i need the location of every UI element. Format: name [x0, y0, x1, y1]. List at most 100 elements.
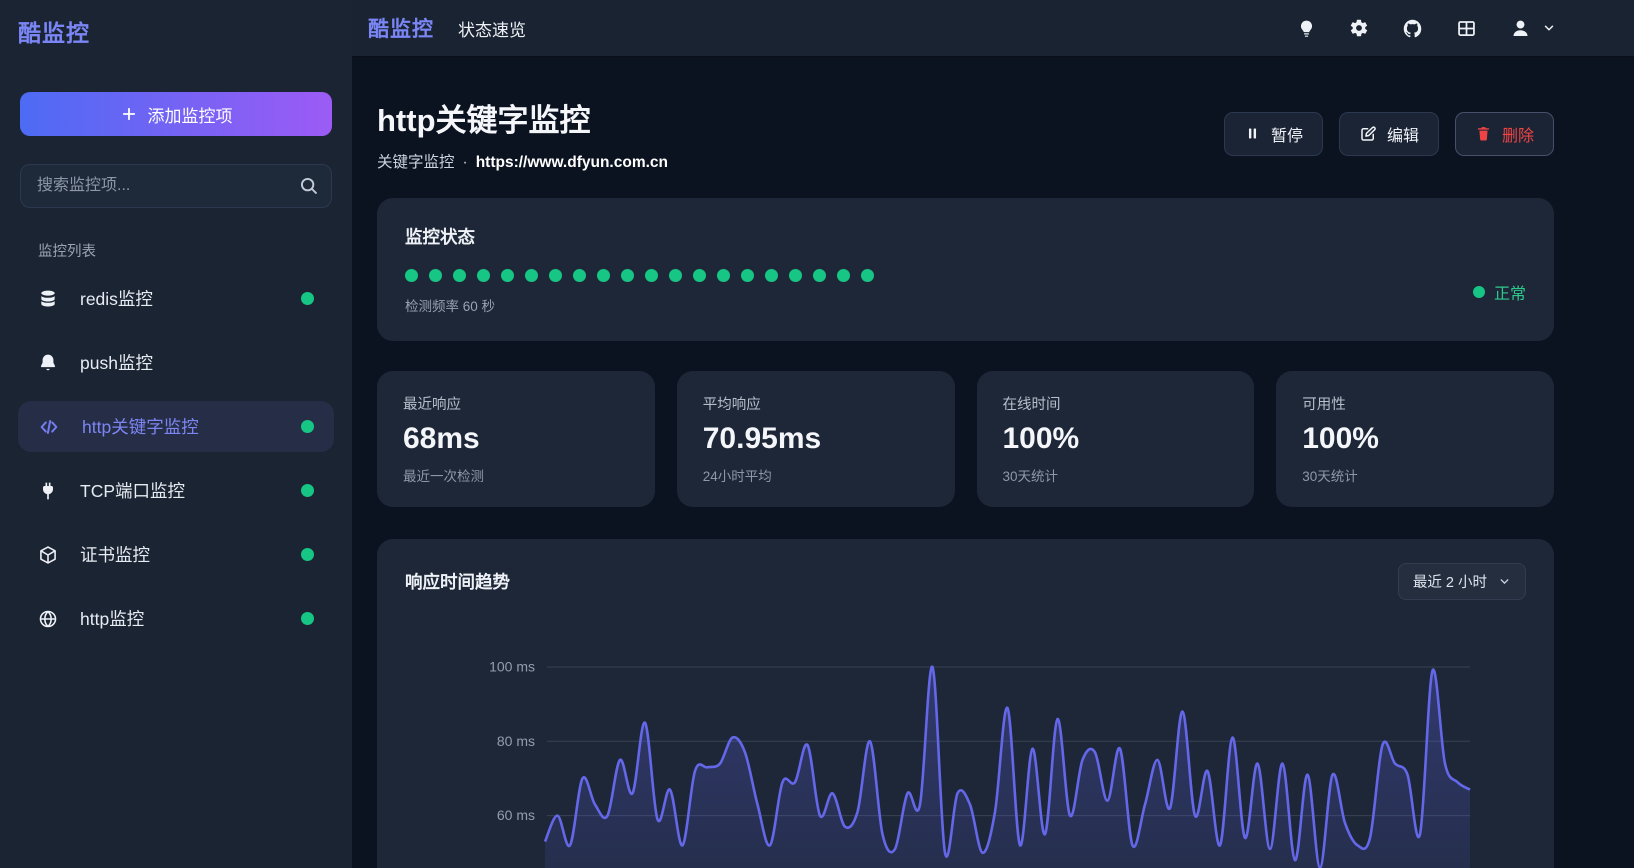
stat-card-4: 可用性 100% 30天统计: [1276, 371, 1554, 507]
header-icons: [1297, 18, 1556, 39]
status-badge-label: 正常: [1494, 280, 1526, 304]
y-tick-label: 80 ms: [497, 733, 535, 749]
trash-icon: [1475, 125, 1492, 142]
search-input[interactable]: [20, 164, 332, 208]
github-icon[interactable]: [1402, 18, 1423, 39]
heartbeat-dot: [861, 269, 874, 282]
y-tick-label: 60 ms: [497, 807, 535, 823]
status-up-dot: [301, 612, 314, 625]
heartbeat-dot: [669, 269, 682, 282]
heartbeat-dot: [405, 269, 418, 282]
stat-card-3: 在线时间100%30天统计: [977, 371, 1255, 507]
sidebar-item-2[interactable]: push监控: [18, 337, 334, 388]
pause-button[interactable]: 暂停: [1224, 112, 1323, 156]
lightbulb-icon[interactable]: [1297, 19, 1316, 38]
sidebar-item-4[interactable]: TCP端口监控: [18, 465, 334, 516]
heartbeat-dot: [837, 269, 850, 282]
heartbeat-dot: [765, 269, 778, 282]
stats-row: 最近响应68ms最近一次检测平均响应70.95ms24小时平均在线时间100%3…: [377, 371, 1554, 507]
heartbeat-dot: [741, 269, 754, 282]
heartbeat-dot: [501, 269, 514, 282]
stat-card-2: 平均响应 70.95ms 24小时平均: [677, 371, 955, 507]
top-header: 酷监控 状态速览: [352, 0, 1634, 57]
heartbeat-dot: [597, 269, 610, 282]
heartbeat-dot: [549, 269, 562, 282]
stat-value: 100%: [1302, 421, 1528, 457]
status-up-dot: [301, 484, 314, 497]
line-chart-svg: 100 ms80 ms60 ms40 ms: [405, 610, 1526, 868]
globe-icon: [38, 609, 58, 629]
sidebar-logo[interactable]: 酷监控: [0, 0, 352, 48]
response-time-chart: 100 ms80 ms60 ms40 ms: [405, 610, 1526, 868]
status-up-dot: [301, 548, 314, 561]
sidebar-item-1[interactable]: redis监控: [18, 273, 334, 324]
edit-button[interactable]: 编辑: [1339, 112, 1439, 156]
status-card-title: 监控状态: [405, 224, 1526, 249]
stat-label: 平均响应: [703, 393, 929, 414]
sidebar-item-6[interactable]: http监控: [18, 593, 334, 644]
heartbeat-dot: [453, 269, 466, 282]
sidebar-item-label: TCP端口监控: [80, 478, 185, 503]
subtitle-separator: ·: [463, 154, 468, 172]
heartbeat-dot: [621, 269, 634, 282]
page-title: http关键字监控: [377, 95, 668, 140]
delete-button[interactable]: 删除: [1455, 112, 1554, 156]
stat-label: 可用性: [1302, 393, 1528, 414]
sidebar-item-label: http监控: [80, 606, 144, 631]
heartbeat-dot: [645, 269, 658, 282]
stat-value: 100%: [1003, 421, 1229, 457]
monitor-list-label: 监控列表: [38, 240, 352, 261]
heartbeat-dots: [405, 269, 874, 282]
edit-icon: [1359, 125, 1377, 143]
plug-icon: [38, 481, 58, 501]
cube-icon: [38, 545, 58, 565]
y-tick-label: 100 ms: [489, 659, 535, 675]
stat-card-1: 最近响应68ms最近一次检测: [377, 371, 655, 507]
page-actions: 暂停 编辑 删除: [1224, 112, 1554, 156]
time-range-select[interactable]: 最近 2 小时: [1398, 563, 1526, 600]
sidebar-item-5[interactable]: 证书监控: [18, 529, 334, 580]
monitor-url: https://www.dfyun.com.cn: [476, 154, 668, 172]
monitor-type-label: 关键字监控: [377, 150, 455, 172]
search-box: [20, 164, 332, 208]
stat-sublabel: 24小时平均: [703, 465, 929, 485]
page-subtitle: 关键字监控 · https://www.dfyun.com.cn: [377, 150, 668, 172]
add-monitor-button[interactable]: 添加监控项: [20, 92, 332, 136]
heartbeat-dot: [429, 269, 442, 282]
sidebar-item-3[interactable]: http关键字监控: [18, 401, 334, 452]
chart-card: 响应时间趋势 最近 2 小时 100 ms80 ms60 ms40 ms: [377, 539, 1554, 868]
delete-label: 删除: [1502, 122, 1534, 146]
sidebar-item-label: redis监控: [80, 286, 153, 311]
stat-value: 70.95ms: [703, 421, 929, 457]
bell-icon: [38, 353, 58, 373]
grid-icon[interactable]: [1456, 18, 1477, 39]
chart-head: 响应时间趋势 最近 2 小时: [405, 563, 1526, 600]
heartbeat-dot: [525, 269, 538, 282]
heartbeat-dot: [789, 269, 802, 282]
status-up-dot: [301, 292, 314, 305]
heartbeat-dot: [573, 269, 586, 282]
stat-sublabel: 30天统计: [1003, 465, 1229, 485]
chevron-down-icon[interactable]: [1542, 21, 1556, 35]
user-icon[interactable]: [1510, 18, 1531, 39]
add-monitor-label: 添加监控项: [148, 102, 233, 127]
stat-label: 最近响应: [403, 393, 629, 414]
heartbeat-dot: [717, 269, 730, 282]
pause-icon: [1244, 125, 1261, 142]
stat-sublabel: 最近一次检测: [403, 465, 629, 485]
stat-sublabel: 30天统计: [1302, 465, 1528, 485]
status-dot-icon: [1473, 286, 1485, 298]
code-icon: [38, 416, 60, 438]
plus-icon: [120, 105, 138, 123]
search-icon: [298, 175, 319, 196]
database-icon: [38, 289, 58, 309]
gear-icon[interactable]: [1349, 18, 1369, 38]
status-badge: 正常: [1473, 280, 1526, 304]
heartbeat-dot: [693, 269, 706, 282]
heartbeat-dot: [477, 269, 490, 282]
sidebar-item-label: http关键字监控: [82, 414, 199, 439]
status-overview-link[interactable]: 状态速览: [458, 16, 526, 41]
status-up-dot: [301, 420, 314, 433]
header-logo[interactable]: 酷监控: [368, 13, 434, 43]
edit-label: 编辑: [1387, 122, 1419, 146]
